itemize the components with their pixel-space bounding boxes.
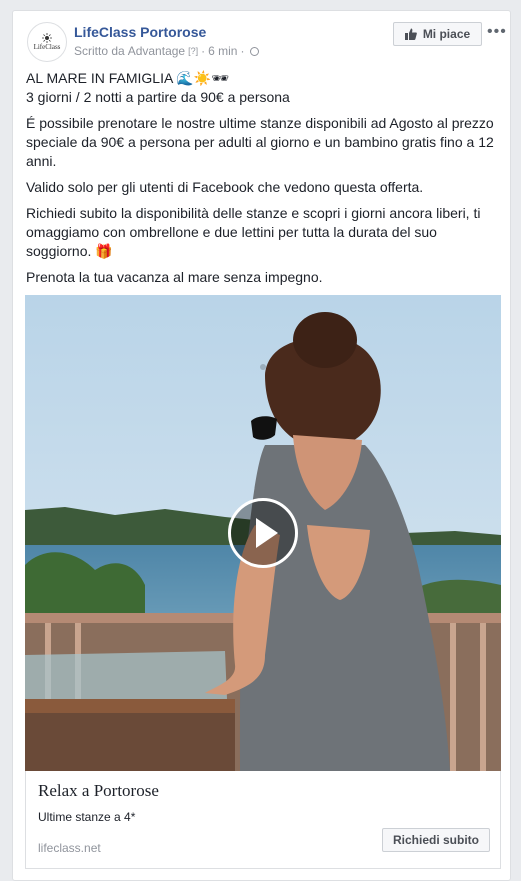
logo-icon: [42, 33, 52, 43]
text-paragraph-5: Prenota la tua vacanza al mare senza imp…: [26, 269, 323, 285]
post-text: AL MARE IN FAMIGLIA 🌊☀️🕶 3 giorni / 2 not…: [26, 69, 502, 294]
globe-icon: [250, 46, 260, 56]
text-paragraph-2: É possibile prenotare le nostre ultime s…: [26, 115, 494, 169]
link-preview[interactable]: Relax a Portorose Ultime stanze a 4* lif…: [25, 771, 501, 869]
author-link[interactable]: Advantage: [128, 44, 185, 58]
thumbs-up-icon: [404, 28, 417, 40]
page-avatar[interactable]: LifeClass: [27, 22, 67, 62]
play-button-icon[interactable]: [228, 498, 298, 568]
link-domain: lifeclass.net: [38, 841, 101, 855]
text-paragraph-4: Richiedi subito la disponibilità delle s…: [26, 205, 481, 259]
like-page-button[interactable]: Mi piace: [393, 22, 482, 46]
text-paragraph-3: Valido solo per gli utenti di Facebook c…: [26, 179, 424, 195]
written-by-label: Scritto da: [74, 44, 125, 58]
link-description: Ultime stanze a 4*: [38, 810, 136, 824]
meta-separator: ·: [201, 44, 206, 58]
video-media[interactable]: [25, 295, 501, 771]
link-title[interactable]: Relax a Portorose: [38, 781, 159, 801]
post-card: LifeClass LifeClass Portorose Scritto da…: [12, 10, 511, 881]
more-options-icon[interactable]: •••: [487, 23, 507, 41]
cta-button[interactable]: Richiedi subito: [382, 828, 490, 852]
help-mark[interactable]: [?]: [188, 46, 198, 56]
avatar-logo-text: LifeClass: [33, 43, 61, 51]
page-name-link[interactable]: LifeClass Portorose: [74, 24, 206, 40]
text-line-1: AL MARE IN FAMIGLIA 🌊☀️🕶: [26, 70, 230, 86]
post-meta: Scritto da Advantage [?] · 6 min ·: [74, 44, 260, 58]
post-time[interactable]: 6 min: [208, 44, 237, 58]
text-line-2: 3 giorni / 2 notti a partire da 90€ a pe…: [26, 89, 290, 105]
like-label: Mi piace: [422, 27, 471, 41]
meta-separator-2: ·: [240, 44, 245, 58]
